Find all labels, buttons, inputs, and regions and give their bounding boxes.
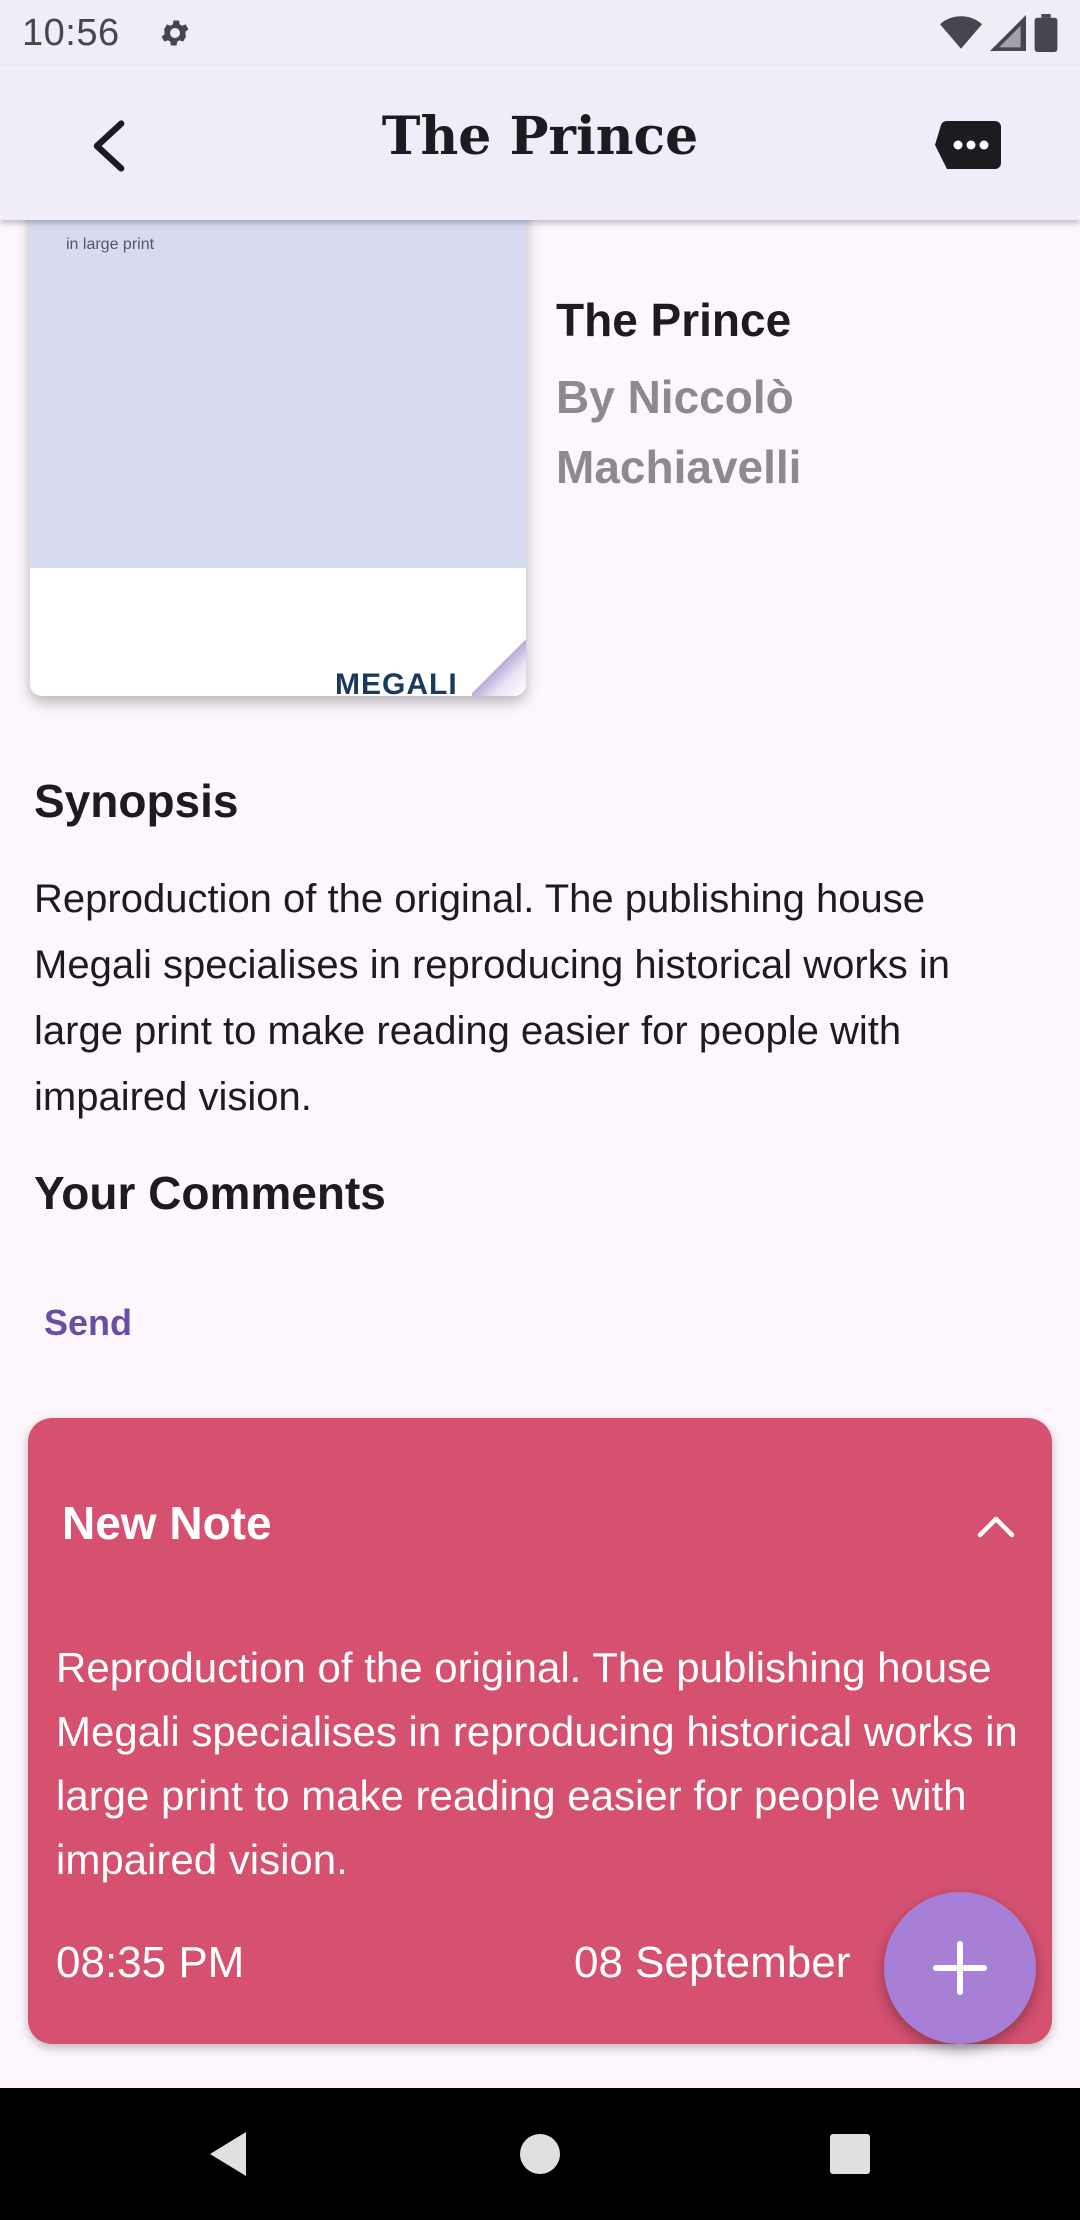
page-curl	[472, 636, 526, 696]
note-text: Reproduction of the original. The publis…	[56, 1644, 1018, 1883]
nav-home-icon[interactable]	[508, 2122, 572, 2186]
note-time: 08:35 PM	[56, 1938, 245, 1987]
system-nav-bar	[0, 2088, 1080, 2220]
status-right-icons	[940, 14, 1058, 52]
book-title: The Prince	[556, 294, 792, 346]
send-button[interactable]: Send	[24, 1290, 152, 1356]
nav-back-icon[interactable]	[196, 2122, 260, 2186]
comments-heading: Your Comments	[34, 1167, 386, 1219]
status-bar: 10:56	[0, 0, 1080, 66]
add-note-button[interactable]	[884, 1892, 1036, 2044]
app-bar: The Prince	[0, 66, 1080, 220]
note-title: New Note	[62, 1497, 272, 1549]
book-cover-image: in large print MEGALI	[30, 200, 526, 696]
battery-icon	[1034, 14, 1058, 52]
status-time: 10:56	[22, 11, 120, 54]
chat-more-icon[interactable]	[928, 110, 1008, 182]
wifi-icon	[940, 16, 982, 49]
page-title: The Prince	[381, 106, 699, 167]
chevron-up-icon[interactable]	[956, 1486, 1036, 1566]
book-author: By Niccolò Machiavelli	[556, 371, 802, 493]
cover-print-text: in large print	[66, 236, 155, 253]
nav-recents-icon[interactable]	[818, 2122, 882, 2186]
plus-icon	[933, 1941, 987, 1995]
note-date: 08 September	[574, 1938, 851, 1987]
cellular-signal-icon	[990, 15, 1026, 51]
publisher-logo: MEGALI	[335, 668, 458, 696]
cover-top-panel	[30, 200, 526, 568]
synopsis-heading: Synopsis	[34, 775, 239, 827]
synopsis-text: Reproduction of the original. The publis…	[34, 877, 950, 1119]
settings-gear-icon	[156, 14, 194, 52]
